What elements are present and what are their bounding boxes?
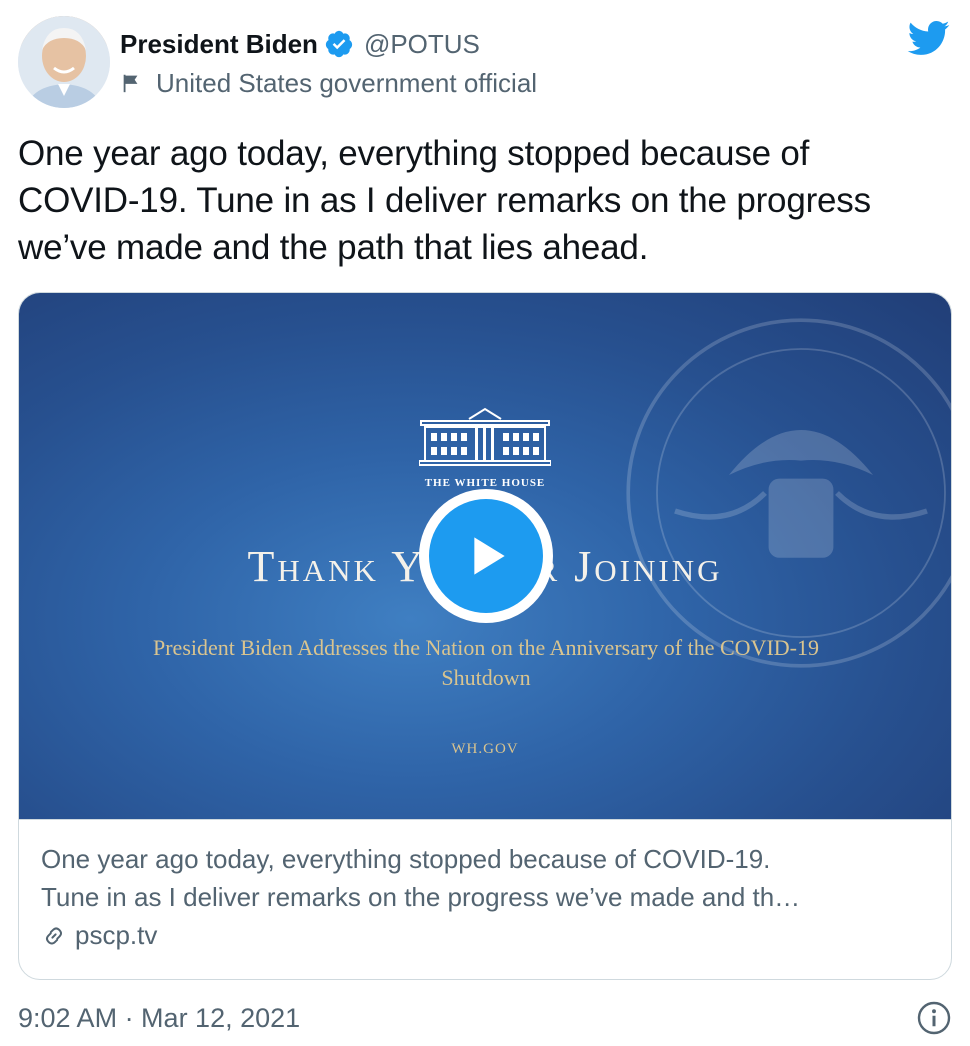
media-subtitle-line: President Biden Addresses the Nation on … xyxy=(153,635,819,660)
handle[interactable]: @POTUS xyxy=(364,29,480,60)
tweet-text-line: COVID-19. Tune in as I deliver remarks o… xyxy=(18,181,871,220)
tweet-text-line: we’ve made and the path that lies ahead. xyxy=(18,228,649,267)
white-house-logo xyxy=(419,407,551,466)
tweet-header: President Biden @POTUS United States gov… xyxy=(18,16,952,112)
play-button-inner xyxy=(429,499,543,613)
card-domain-text: pscp.tv xyxy=(75,920,158,950)
link-icon xyxy=(45,926,63,945)
author-info: President Biden @POTUS United States gov… xyxy=(120,26,537,100)
presidential-seal-watermark xyxy=(626,318,951,668)
card-body[interactable]: One year ago today, everything stopped b… xyxy=(19,819,951,979)
card-description-line: Tune in as I deliver remarks on the prog… xyxy=(41,882,801,912)
video-thumbnail[interactable]: THE WHITE HOUSE Thank You for Joining Pr… xyxy=(19,293,951,819)
verified-badge-icon xyxy=(325,30,353,58)
card-domain[interactable]: pscp.tv xyxy=(41,920,929,951)
timestamp[interactable]: 9:02 AM · Mar 12, 2021 xyxy=(18,1003,300,1033)
media-subtitle: President Biden Addresses the Nation on … xyxy=(79,633,893,693)
flag-icon xyxy=(123,74,138,93)
twitter-bird-icon[interactable] xyxy=(904,16,952,60)
government-label: United States government official xyxy=(120,66,537,100)
tweet-footer: 9:02 AM · Mar 12, 2021 xyxy=(18,998,952,1038)
link-card[interactable]: THE WHITE HOUSE Thank You for Joining Pr… xyxy=(18,292,952,980)
info-icon[interactable] xyxy=(916,1000,952,1036)
tweet-text-line: One year ago today, everything stopped b… xyxy=(18,134,810,173)
media-url: WH.GOV xyxy=(451,741,519,757)
display-name[interactable]: President Biden xyxy=(120,29,318,60)
tweet-text: One year ago today, everything stopped b… xyxy=(18,130,958,271)
tweet: President Biden @POTUS United States gov… xyxy=(0,0,970,1046)
name-row: President Biden @POTUS xyxy=(120,26,537,62)
avatar[interactable] xyxy=(18,16,110,108)
play-icon xyxy=(474,537,505,575)
card-description: One year ago today, everything stopped b… xyxy=(41,840,931,916)
media-subtitle-line: Shutdown xyxy=(441,665,531,690)
gov-label-text[interactable]: United States government official xyxy=(156,68,537,99)
card-description-line: One year ago today, everything stopped b… xyxy=(41,844,771,874)
white-house-caption: THE WHITE HOUSE xyxy=(424,477,546,489)
play-button[interactable] xyxy=(419,489,553,623)
